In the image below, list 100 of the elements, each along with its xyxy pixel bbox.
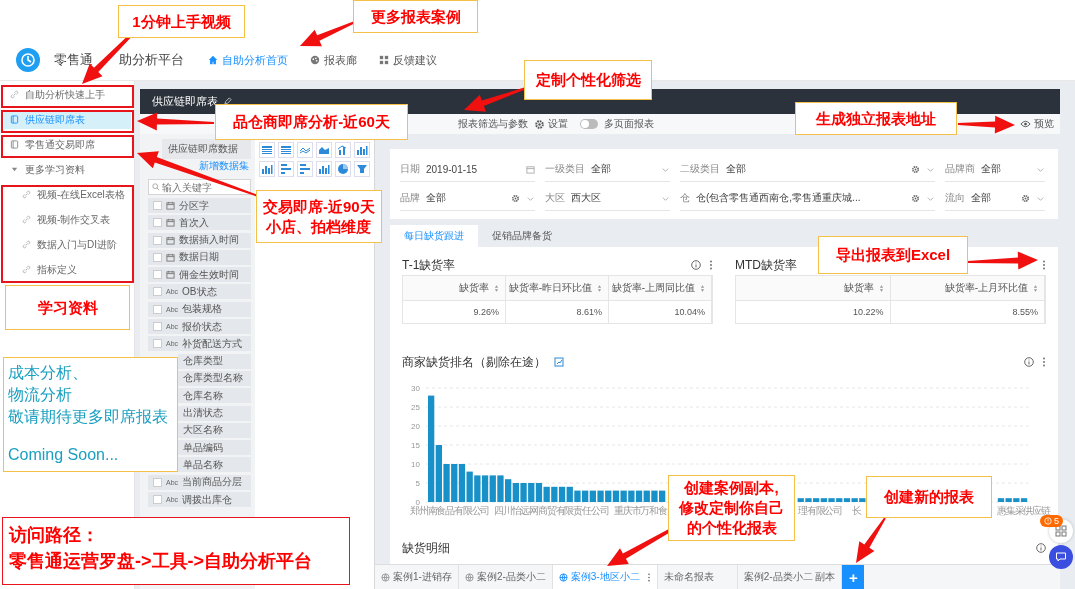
checkbox[interactable] xyxy=(153,304,162,314)
bar-chart-icon[interactable] xyxy=(259,161,275,177)
filter-field[interactable]: 仓 仓(包含零售通西南仓,零售通重庆城... xyxy=(680,186,935,211)
filter-field[interactable]: 品牌商 全部 xyxy=(945,157,1045,182)
filter-settings-button[interactable]: 报表筛选与参数 xyxy=(458,117,528,131)
checkbox[interactable] xyxy=(153,235,162,245)
nav-tab[interactable]: 报表廊 xyxy=(310,52,357,68)
checkbox[interactable] xyxy=(153,270,162,280)
filter-field[interactable]: 流向 全部 xyxy=(945,186,1045,211)
report-tab[interactable]: 每日缺货跟进 xyxy=(390,225,478,247)
annotation-arrow xyxy=(300,21,356,47)
sidebar-item[interactable]: 视频-在线Excel表格 xyxy=(4,185,131,204)
checkbox[interactable] xyxy=(153,201,162,210)
column-header[interactable]: 缺货率 xyxy=(736,276,891,301)
report-tab[interactable]: 促销品牌备货 xyxy=(478,225,566,247)
dataset-name[interactable]: 供应链即席数据 xyxy=(162,139,251,159)
sheet-tab[interactable]: 案例1-进销存 xyxy=(375,565,459,589)
table-cell: 8.61% xyxy=(506,301,609,323)
annotation-text: 品仓商即席分析-近60天 xyxy=(233,112,390,132)
bar-chart-icon[interactable] xyxy=(316,161,332,177)
area-chart-icon[interactable] xyxy=(316,142,332,158)
sidebar-item[interactable]: 视频-制作交叉表 xyxy=(4,210,131,229)
filter-field[interactable]: 大区 西大区 xyxy=(545,186,670,211)
table-icon[interactable] xyxy=(259,142,275,158)
sheet-tab[interactable]: 案例2-品类小二 xyxy=(458,565,553,589)
column-header[interactable]: 缺货率 xyxy=(403,276,506,301)
table-cell: 9.26% xyxy=(403,301,506,323)
axis-label: 郑州南食品有限公司 xyxy=(410,505,490,516)
table-icon[interactable] xyxy=(278,142,294,158)
more-icon[interactable] xyxy=(1042,260,1046,270)
more-icon[interactable] xyxy=(709,260,713,270)
bar-chart-icon[interactable] xyxy=(354,142,370,158)
sidebar-item[interactable]: 数据入门与DI进阶 xyxy=(4,235,131,254)
toggle-switch[interactable] xyxy=(580,119,598,129)
column-header[interactable]: 缺货率-上月环比值 xyxy=(890,276,1045,301)
nav-tab[interactable]: 自助分析首页 xyxy=(208,52,288,68)
filter-field[interactable]: 日期 2019-01-15 xyxy=(400,157,535,182)
field-item[interactable]: 仓库名称 xyxy=(178,388,251,404)
checkbox[interactable] xyxy=(153,287,162,297)
column-header[interactable]: 缺货率-昨日环比值 xyxy=(506,276,609,301)
info-icon[interactable] xyxy=(1024,357,1034,367)
field-item[interactable]: 首次入 xyxy=(148,215,251,231)
more-icon[interactable] xyxy=(1042,357,1046,367)
axis-tick-label: 5 xyxy=(415,479,420,488)
field-item[interactable]: 出清状态 xyxy=(178,405,251,421)
sidebar-item[interactable]: 自助分析快速上手 xyxy=(4,85,131,104)
more-icon[interactable] xyxy=(646,572,651,582)
column-header[interactable]: 缺货率-上周同比值 xyxy=(609,276,712,301)
line-chart-icon[interactable] xyxy=(297,142,313,158)
field-item[interactable]: 单品名称 xyxy=(178,457,251,473)
sheet-tab[interactable]: 未命名报表 xyxy=(657,565,738,589)
annotation-text: 访问路径： 零售通运营罗盘->工具->自助分析平台 xyxy=(9,524,312,573)
field-item[interactable]: 仓库类型 xyxy=(178,353,251,369)
settings-icon[interactable] xyxy=(1021,193,1030,203)
search-field[interactable]: 输入关键字 xyxy=(148,179,251,195)
pie-chart-icon[interactable] xyxy=(335,161,351,177)
field-item[interactable]: 数据日期 xyxy=(148,249,251,265)
annotation-arrow xyxy=(958,115,1015,134)
axis-tick-label: 25 xyxy=(411,403,420,412)
sidebar-item[interactable]: 指标定义 xyxy=(4,260,131,279)
checkbox[interactable] xyxy=(153,477,162,487)
combo-chart-icon[interactable] xyxy=(335,142,351,158)
checkbox[interactable] xyxy=(153,495,162,505)
pencil-icon[interactable] xyxy=(223,97,232,106)
filter-field[interactable]: 二级类目 全部 xyxy=(680,157,935,182)
field-item[interactable]: 仓库类型名称 xyxy=(178,370,251,386)
sheet-tab[interactable]: 案例3-地区小二 xyxy=(552,565,658,589)
axis-label: 长 xyxy=(852,505,861,516)
field-item[interactable]: 单品编码 xyxy=(178,440,251,456)
settings-icon[interactable] xyxy=(911,193,920,203)
annotation-text: 更多报表案例 xyxy=(370,6,461,27)
filter-field[interactable]: 品牌 全部 xyxy=(400,186,535,211)
field-name: 数据插入时间 xyxy=(179,233,239,248)
field-item[interactable]: 数据插入时间 xyxy=(148,232,251,248)
checkbox[interactable] xyxy=(153,339,162,349)
field-name: 首次入 xyxy=(179,215,209,230)
settings-button[interactable]: 设置 xyxy=(534,117,568,131)
filter-field[interactable]: 一级类目 全部 xyxy=(545,157,670,182)
bar-chart-icon[interactable] xyxy=(297,161,313,177)
field-name: 补货配送方式 xyxy=(182,336,243,351)
preview-button[interactable]: 预览 xyxy=(1020,117,1054,131)
field-item[interactable]: 分区字 xyxy=(148,198,251,213)
axis-label: 四川怡远网商贸有限责任公司 xyxy=(494,505,609,516)
field-item[interactable]: 佣金生效时间 xyxy=(148,267,251,283)
bar-chart-icon[interactable] xyxy=(278,161,294,177)
axis-label: 重庆市万和食 xyxy=(614,505,667,516)
sidebar-item[interactable]: 更多学习资料 xyxy=(4,160,131,179)
checkbox[interactable] xyxy=(153,322,162,332)
nav-tab[interactable]: 反馈建议 xyxy=(379,52,437,68)
checkbox[interactable] xyxy=(153,218,162,228)
sidebar-item[interactable]: 零售通交易即席 xyxy=(4,135,131,154)
field-item[interactable]: 大区名称 xyxy=(178,422,251,438)
info-icon[interactable] xyxy=(1036,543,1046,553)
calendar-icon xyxy=(166,235,175,245)
chart-edit-icon[interactable] xyxy=(554,357,564,367)
info-icon[interactable] xyxy=(691,260,701,270)
settings-icon[interactable] xyxy=(911,164,920,174)
settings-icon[interactable] xyxy=(511,193,520,203)
checkbox[interactable] xyxy=(153,252,162,262)
funnel-icon[interactable] xyxy=(354,161,370,177)
